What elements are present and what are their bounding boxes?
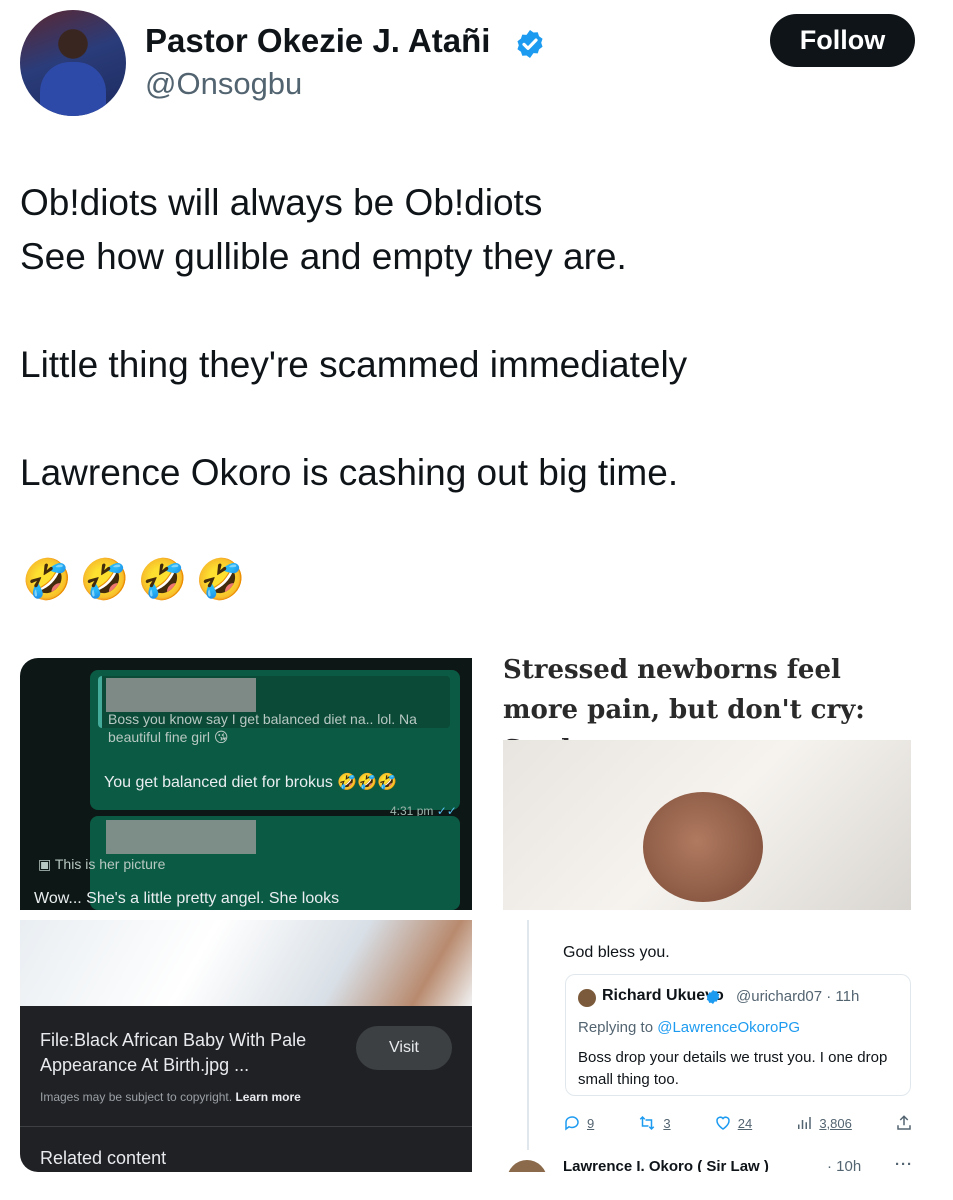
verified-badge-icon [705,989,721,1010]
quoted-message-text: Boss you know say I get balanced diet na… [108,711,417,745]
quoted-body: Boss drop your details we trust you. I o… [578,1049,888,1088]
rofl-emoji: 🤣 [137,558,188,602]
baby-face [643,792,763,902]
tweet-line-2: See how gullible and empty they are. [20,236,627,277]
quoted-message-text: ▣ This is her picture [38,856,166,872]
heart-icon [715,1116,730,1130]
media-image-search[interactable]: File:Black African Baby With Pale Appear… [20,920,472,1172]
tweet-text: Ob!diots will always be Ob!diots See how… [20,176,920,500]
visit-button[interactable]: Visit [356,1026,452,1070]
redacted-name [106,678,256,712]
tweet-line-3: Little thing they're scammed immediately [20,344,688,385]
action-bar: 9 3 24 3,806 [563,1114,913,1132]
emoji-row: 🤣 🤣 🤣 🤣 [22,556,245,603]
media-whatsapp-chat[interactable]: Boss you know say I get balanced diet na… [20,658,472,910]
newborn-photo [503,740,911,910]
next-reply-name: Lawrence I. Okoro ( Sir Law ) [563,1158,769,1172]
rofl-emoji: 🤣 [195,558,246,602]
verified-badge-icon [514,28,546,65]
next-reply[interactable]: Lawrence I. Okoro ( Sir Law ) · 10h ··· [507,1156,927,1172]
tweet-line-4: Lawrence Okoro is cashing out big time. [20,452,679,493]
author-handle[interactable]: @Onsogbu [145,66,302,102]
search-result-title[interactable]: File:Black African Baby With Pale Appear… [40,1028,340,1078]
learn-more-link[interactable]: Learn more [235,1090,300,1104]
views-icon [798,1117,812,1129]
reply-action[interactable]: 9 [563,1114,594,1132]
chat-bubble: Boss you know say I get balanced diet na… [90,670,460,818]
next-reply-avatar [507,1160,547,1172]
retweet-action[interactable]: 3 [637,1114,671,1132]
quoted-avatar [578,989,596,1007]
chat-message-text: You get balanced diet for brokus 🤣🤣🤣 [104,774,398,791]
more-icon[interactable]: ··· [895,1156,913,1172]
author-display-name[interactable]: Pastor Okezie J. Atañi [145,22,490,60]
like-action[interactable]: 24 [714,1114,752,1132]
retweet-icon [640,1115,655,1131]
rofl-emoji: 🤣 [22,558,72,602]
mention-link[interactable]: @LawrenceOkoroPG [657,1019,800,1036]
media-news-article[interactable]: Stressed newborns feel more pain, but do… [483,640,933,910]
copyright-note: Images may be subject to copyright. Lear… [40,1090,301,1104]
tweet-line-1: Ob!diots will always be Ob!diots [20,182,543,223]
views-action[interactable]: 3,806 [795,1114,852,1132]
quoted-tweet-card[interactable]: Richard Ukuevo @urichard07 · 11h Replyin… [565,974,911,1096]
author-avatar[interactable] [20,10,126,116]
reply-text: God bless you. [563,944,670,961]
chat-message-text: Wow... She's a little pretty angel. She … [34,890,340,907]
divider [20,1126,472,1127]
thread-line [527,920,529,1150]
quoted-handle: @urichard07 · 11h [736,988,860,1005]
reply-icon [565,1116,579,1131]
share-action[interactable] [895,1114,913,1132]
replying-to: Replying to @LawrenceOkoroPG [578,1019,801,1036]
redacted-name [106,820,256,854]
related-content-label: Related content [40,1148,167,1168]
rofl-emoji: 🤣 [79,558,130,602]
next-reply-time: · 10h [827,1158,862,1172]
media-reply-thread[interactable]: God bless you. Richard Ukuevo @urichard0… [483,920,933,1172]
search-result-photo [20,920,472,1006]
follow-button[interactable]: Follow [770,14,915,67]
share-icon [897,1115,911,1130]
avatar-figure [40,62,106,116]
